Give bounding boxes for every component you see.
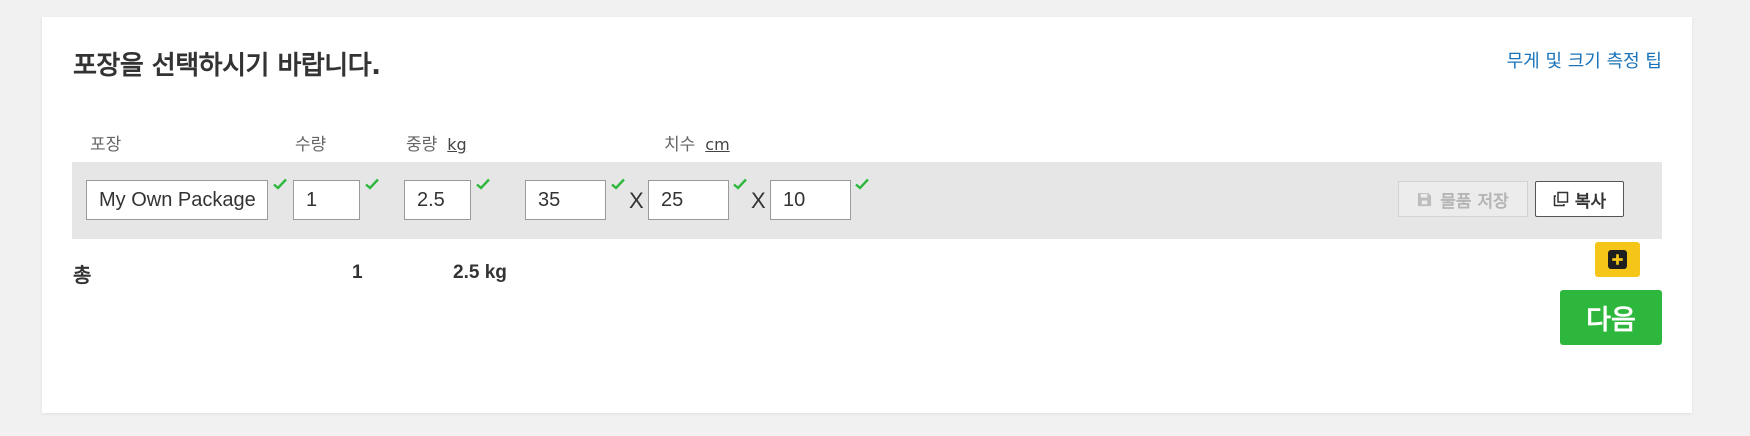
next-label: 다음 bbox=[1586, 305, 1636, 336]
floppy-disk-icon bbox=[1418, 192, 1432, 206]
save-item-button[interactable]: 물품 저장 bbox=[1398, 181, 1528, 217]
quantity-field[interactable] bbox=[293, 180, 360, 220]
check-icon bbox=[273, 178, 287, 190]
copy-label: 복사 bbox=[1574, 191, 1607, 212]
height-field[interactable] bbox=[770, 180, 851, 220]
page-title: 포장을 선택하시기 바랍니다. bbox=[73, 51, 381, 81]
plus-square-icon bbox=[1608, 250, 1627, 269]
width-field[interactable] bbox=[648, 180, 729, 220]
check-icon bbox=[476, 178, 490, 190]
total-weight: 2.5 kg bbox=[453, 262, 507, 283]
column-header-weight-label: 중량 bbox=[406, 135, 438, 155]
weight-field[interactable] bbox=[404, 180, 471, 220]
column-header-package: 포장 bbox=[90, 130, 121, 155]
total-quantity: 1 bbox=[352, 262, 363, 283]
column-header-dimensions-label: 치수 bbox=[664, 135, 696, 155]
next-button[interactable]: 다음 bbox=[1560, 290, 1662, 345]
check-icon bbox=[365, 178, 379, 190]
package-selection-card: 포장을 선택하시기 바랍니다. 무게 및 크기 측정 팁 포장 수량 중량 kg … bbox=[42, 17, 1692, 413]
total-label: 총 bbox=[73, 263, 92, 287]
check-icon bbox=[611, 178, 625, 190]
weight-unit-link[interactable]: kg bbox=[447, 135, 466, 154]
column-header-quantity: 수량 bbox=[295, 130, 326, 155]
package-row: X X 물품 저장 복사 bbox=[72, 162, 1662, 239]
length-field[interactable] bbox=[525, 180, 606, 220]
check-icon bbox=[855, 178, 869, 190]
measurement-tips-link[interactable]: 무게 및 크기 측정 팁 bbox=[1507, 47, 1662, 73]
add-package-button[interactable] bbox=[1595, 242, 1640, 277]
column-header-quantity-label: 수량 bbox=[295, 135, 327, 155]
times-separator: X bbox=[629, 188, 644, 213]
dimensions-unit-link[interactable]: cm bbox=[705, 135, 729, 154]
package-type-field[interactable] bbox=[86, 180, 268, 220]
save-item-label: 물품 저장 bbox=[1440, 191, 1509, 212]
column-header-dimensions: 치수 cm bbox=[664, 130, 730, 155]
copy-icon bbox=[1553, 191, 1569, 207]
copy-button[interactable]: 복사 bbox=[1535, 181, 1624, 217]
column-header-package-label: 포장 bbox=[90, 135, 122, 155]
check-icon bbox=[733, 178, 747, 190]
times-separator: X bbox=[751, 188, 766, 213]
column-header-weight: 중량 kg bbox=[406, 130, 467, 155]
